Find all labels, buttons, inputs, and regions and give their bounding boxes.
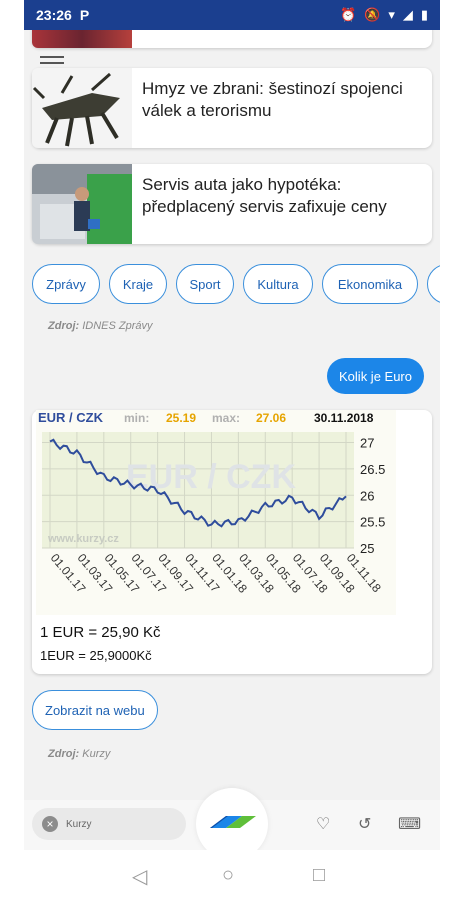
search-pill[interactable]: × Kurzy [32,808,186,840]
back-icon[interactable]: ◁ [132,864,147,889]
category-chips: Zprávy Kraje Sport Kultura Ekonomika F [32,264,440,308]
recents-icon[interactable]: □ [313,864,325,887]
y-tick-label: 26.5 [360,462,385,477]
user-message-bubble: Kolik je Euro [327,358,424,394]
rate-line-2: 1EUR = 25,9000Kč [40,648,152,663]
home-icon[interactable]: ○ [222,864,234,887]
article-image [32,30,132,48]
exchange-rate-chart: EUR / CZK min: 25.19 max: 27.06 30.11.20… [36,410,396,615]
open-web-button[interactable]: Zobrazit na webu [32,690,158,730]
status-time: 23:26 [36,7,72,23]
weapon-insect-image [32,68,132,148]
chart-pair-label: EUR / CZK [38,410,104,425]
bottom-bar: × Kurzy ♡ ↺ ⌨ [24,788,440,860]
chart-watermark: EUR / CZK [126,458,296,496]
article-image [32,164,132,244]
chip-ekonomika[interactable]: Ekonomika [322,264,418,304]
chart-min-label: min: [124,411,149,425]
chip-kraje[interactable]: Kraje [109,264,167,304]
heart-icon[interactable]: ♡ [316,814,330,834]
chip-zpravy[interactable]: Zprávy [32,264,100,304]
source-note: Zdroj: Kurzy [48,748,111,760]
phone-screen: 23:26 P ⏰ 🔕 ▾ ◢ ▮ Hmyz ve zbrani: šestin… [0,0,462,900]
chart-site: www.kurzy.cz [47,533,119,545]
car-service-image [32,164,132,244]
battery-icon: ▮ [420,7,428,22]
source-note: Zdroj: IDNES Zprávy [48,320,153,332]
chart-min-value: 25.19 [166,411,196,425]
signal-icon: ◢ [402,7,413,22]
article-title: Servis auta jako hypotéka: předplacený s… [142,175,387,216]
article-image [32,68,132,148]
article-card[interactable]: Servis auta jako hypotéka: předplacený s… [32,164,432,244]
chart-date: 30.11.2018 [314,411,374,425]
keyboard-icon[interactable]: ⌨ [398,814,421,834]
wifi-icon: ▾ [388,7,395,22]
status-bar: 23:26 P ⏰ 🔕 ▾ ◢ ▮ [24,0,440,30]
search-text: Kurzy [66,818,92,830]
y-tick-label: 25 [360,541,374,556]
article-title: Hmyz ve zbrani: šestinozí spojenci válek… [142,79,403,120]
rate-line-1: 1 EUR = 25,90 Kč [40,624,161,641]
chip-next[interactable]: F [427,264,440,304]
system-nav-bar: ◁ ○ □ [0,850,462,900]
y-tick-label: 25.5 [360,515,385,530]
article-card-partial[interactable] [32,30,432,48]
app-notification-icon: P [79,7,90,23]
status-icons: ⏰ 🔕 ▾ ◢ ▮ [340,7,428,23]
chart-max-value: 27.06 [256,411,286,425]
chip-kultura[interactable]: Kultura [243,264,313,304]
y-tick-label: 26 [360,488,374,503]
article-card[interactable]: Hmyz ve zbrani: šestinozí spojenci válek… [32,68,432,148]
history-icon[interactable]: ↺ [358,814,371,834]
chart-max-label: max: [212,411,240,425]
chat-screen[interactable]: Hmyz ve zbrani: šestinozí spojenci válek… [24,30,440,800]
y-tick-label: 27 [360,436,374,451]
clear-icon[interactable]: × [42,816,58,832]
alarm-icon: ⏰ [339,7,357,22]
exchange-rate-card: EUR / CZK min: 25.19 max: 27.06 30.11.20… [32,410,432,674]
menu-icon [40,56,64,58]
mute-icon: 🔕 [364,7,381,22]
chip-sport[interactable]: Sport [176,264,234,304]
